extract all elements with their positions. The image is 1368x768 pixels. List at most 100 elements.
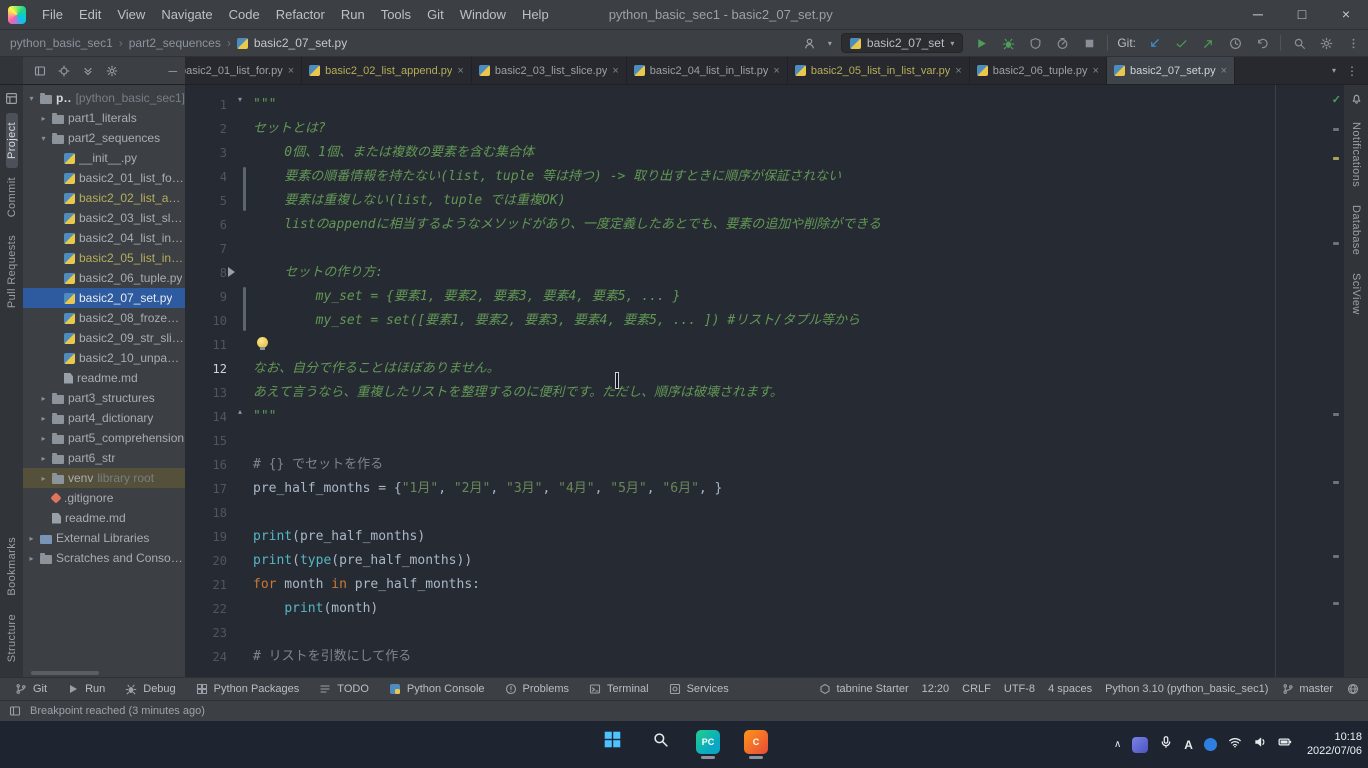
- fold-marker-icon[interactable]: ▾: [238, 95, 242, 104]
- code-line[interactable]: [253, 429, 1344, 453]
- fold-marker-icon[interactable]: ▴: [238, 407, 242, 416]
- tab-basic2_07_set.py[interactable]: basic2_07_set.py×: [1107, 57, 1235, 84]
- tree-item[interactable]: readme.md: [23, 508, 185, 528]
- tree-item[interactable]: basic2_03_list_slice.py: [23, 208, 185, 228]
- line-number[interactable]: 8: [185, 261, 247, 285]
- toolwindow-stripe-notifications[interactable]: Notifications: [1350, 113, 1362, 196]
- profiler-button[interactable]: [1053, 34, 1071, 52]
- ime-indicator[interactable]: A: [1184, 738, 1193, 752]
- close-icon[interactable]: ×: [457, 65, 463, 77]
- line-number[interactable]: 15: [185, 429, 247, 453]
- code-line[interactable]: my_set = set([要素1, 要素2, 要素3, 要素4, 要素5, .…: [253, 309, 1344, 333]
- code-line[interactable]: 0個、1個、または複数の要素を含む集合体: [253, 141, 1344, 165]
- toolwindow-grid-icon[interactable]: [5, 92, 18, 110]
- code-line[interactable]: print(type(pre_half_months)): [253, 549, 1344, 573]
- minimize-button[interactable]: ─: [1236, 0, 1280, 29]
- tab-basic2_06_tuple.py[interactable]: basic2_06_tuple.py×: [970, 57, 1107, 84]
- close-icon[interactable]: ×: [955, 65, 961, 77]
- taskbar-app-button[interactable]: C: [739, 725, 773, 765]
- status-widget[interactable]: tabnine Starter: [818, 682, 908, 696]
- code-line[interactable]: [253, 501, 1344, 525]
- line-number[interactable]: 11: [185, 333, 247, 357]
- history-button[interactable]: [1226, 34, 1244, 52]
- toolwindow-button-services[interactable]: Services: [668, 682, 729, 696]
- project-view-icon[interactable]: [33, 64, 47, 78]
- inspections-ok-icon[interactable]: ✓: [1332, 93, 1341, 106]
- code-line[interactable]: [253, 621, 1344, 645]
- menu-tools[interactable]: Tools: [373, 0, 419, 29]
- collapse-all-button[interactable]: [81, 64, 95, 78]
- line-number[interactable]: 6: [185, 213, 247, 237]
- close-icon[interactable]: ×: [612, 65, 618, 77]
- run-configuration-select[interactable]: basic2_07_set ▾: [841, 33, 963, 53]
- menu-navigate[interactable]: Navigate: [153, 0, 220, 29]
- toolwindow-button-git[interactable]: Git: [14, 682, 47, 696]
- menu-file[interactable]: File: [34, 0, 71, 29]
- code-line[interactable]: listのappendに相当するようなメソッドがあり、一度定義したあとでも、要素…: [253, 213, 1344, 237]
- line-number[interactable]: 16: [185, 453, 247, 477]
- tree-item[interactable]: ▸part4_dictionary: [23, 408, 185, 428]
- line-number[interactable]: 5: [185, 189, 247, 213]
- windows-start-button[interactable]: [595, 725, 629, 765]
- toolwindow-stripe-bookmarks[interactable]: Bookmarks: [6, 528, 18, 605]
- git-push-button[interactable]: [1199, 34, 1217, 52]
- tab-basic2_02_list_append.py[interactable]: basic2_02_list_append.py×: [302, 57, 472, 84]
- line-number[interactable]: 19: [185, 525, 247, 549]
- close-icon[interactable]: ×: [773, 65, 779, 77]
- tray-expand-icon[interactable]: ∧: [1114, 739, 1121, 750]
- tree-item[interactable]: readme.md: [23, 368, 185, 388]
- line-number[interactable]: 24: [185, 645, 247, 669]
- locate-file-button[interactable]: [57, 64, 71, 78]
- debug-button[interactable]: [999, 34, 1017, 52]
- toolwindow-button-problems[interactable]: Problems: [504, 682, 569, 696]
- git-update-button[interactable]: [1145, 34, 1163, 52]
- tree-item[interactable]: basic2_06_tuple.py: [23, 268, 185, 288]
- intention-bulb-icon[interactable]: [257, 337, 268, 348]
- breadcrumb-item[interactable]: python_basic_sec1: [10, 36, 113, 50]
- menu-run[interactable]: Run: [333, 0, 373, 29]
- git-commit-button[interactable]: [1172, 34, 1190, 52]
- code-line[interactable]: pre_half_months = {"1月", "2月", "3月", "4月…: [253, 477, 1344, 501]
- rollback-button[interactable]: [1253, 34, 1271, 52]
- line-number[interactable]: 7: [185, 237, 247, 261]
- tree-item[interactable]: basic2_02_list_append.py: [23, 188, 185, 208]
- line-number[interactable]: 9: [185, 285, 247, 309]
- bluetooth-tray-icon[interactable]: [1204, 738, 1217, 751]
- toolwindow-button-python-packages[interactable]: Python Packages: [195, 682, 300, 696]
- toolwindow-switcher-icon[interactable]: [8, 704, 22, 718]
- line-number[interactable]: 23: [185, 621, 247, 645]
- tree-item[interactable]: ▸part5_comprehension: [23, 428, 185, 448]
- line-number[interactable]: 10: [185, 309, 247, 333]
- menu-window[interactable]: Window: [452, 0, 514, 29]
- toolwindow-button-debug[interactable]: Debug: [124, 682, 175, 696]
- tab-basic2_05_list_in_list_var.py[interactable]: basic2_05_list_in_list_var.py×: [788, 57, 970, 84]
- tree-item[interactable]: basic2_10_unpack.py: [23, 348, 185, 368]
- line-number[interactable]: 21: [185, 573, 247, 597]
- tree-item[interactable]: __init__.py: [23, 148, 185, 168]
- hidden-tabs-button[interactable]: ▾: [1332, 66, 1336, 75]
- code-line[interactable]: print(pre_half_months): [253, 525, 1344, 549]
- status-widget[interactable]: CRLF: [962, 683, 991, 695]
- line-number[interactable]: 3: [185, 141, 247, 165]
- run-button[interactable]: [972, 34, 990, 52]
- code-line[interactable]: print(month): [253, 597, 1344, 621]
- code-line[interactable]: # リストを引数にして作る: [253, 645, 1344, 669]
- menu-help[interactable]: Help: [514, 0, 557, 29]
- toolwindow-button-python-console[interactable]: Python Console: [388, 682, 485, 696]
- tree-item[interactable]: ▸External Libraries: [23, 528, 185, 548]
- code-line[interactable]: なお、自分で作ることはほぼありません。: [253, 357, 1344, 381]
- tree-item[interactable]: basic2_09_str_slice.py: [23, 328, 185, 348]
- panel-settings-button[interactable]: [105, 64, 119, 78]
- error-stripe[interactable]: ✓: [1329, 85, 1344, 677]
- menu-code[interactable]: Code: [221, 0, 268, 29]
- code-line[interactable]: 要素は重複しない(list, tuple では重複OK): [253, 189, 1344, 213]
- close-icon[interactable]: ×: [1221, 65, 1227, 77]
- microphone-icon[interactable]: [1159, 735, 1173, 754]
- line-number[interactable]: 13: [185, 381, 247, 405]
- toolwindow-stripe-database[interactable]: Database: [1350, 196, 1362, 264]
- toolwindow-stripe-commit[interactable]: Commit: [6, 168, 18, 226]
- tab-options-button[interactable]: ⋮: [1346, 64, 1358, 78]
- bell-icon[interactable]: [1350, 92, 1363, 110]
- taskbar-pycharm-button[interactable]: PC: [691, 725, 725, 765]
- tree-item[interactable]: basic2_04_list_in_list.py: [23, 228, 185, 248]
